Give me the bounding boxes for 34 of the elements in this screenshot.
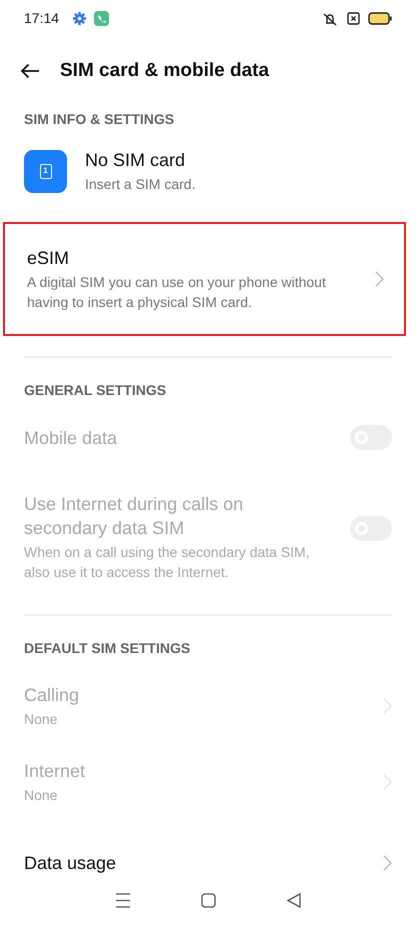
home-icon[interactable] [201, 892, 216, 908]
row-subtitle: When on a call using the secondary data SIM, also use it to access the Internet. [24, 543, 311, 582]
settings-row[interactable]: eSIM A digital SIM you can use on your phone without having to insert a physical SIM card. [3, 222, 406, 336]
row-title: Calling [24, 684, 80, 707]
row-title: Use Internet during calls on secondary data SIM [24, 493, 244, 540]
menu-icon[interactable] [115, 892, 132, 908]
phone-icon [94, 11, 110, 26]
status-time: 17:14 [24, 9, 60, 28]
row-title: eSIM [27, 247, 70, 270]
row-subtitle: Insert a SIM card. [85, 175, 196, 194]
back-icon[interactable] [286, 892, 301, 908]
section-heading: DEFAULT SIM SETTINGS [23, 639, 192, 658]
chevron-icon [383, 698, 392, 714]
row-title: Internet [24, 760, 86, 783]
battery-icon [368, 12, 392, 25]
gear-icon [73, 12, 86, 25]
section-heading: GENERAL SETTINGS [23, 381, 168, 400]
page-title: SIM card & mobile data [60, 59, 270, 83]
no-sim-icon [347, 12, 360, 25]
muted-bell-icon [321, 12, 339, 26]
chevron-icon [383, 855, 392, 871]
chevron-icon [383, 774, 392, 790]
row-subtitle: None [24, 786, 58, 805]
row-title: Mobile data [24, 426, 118, 450]
settings-row[interactable]: 1 No SIM card Insert a SIM card. [0, 136, 416, 206]
row-subtitle: None [24, 710, 58, 729]
back-arrow-icon[interactable] [20, 63, 40, 79]
chevron-icon [375, 271, 384, 287]
row-title: No SIM card [85, 149, 186, 172]
settings-row[interactable]: Data usage [0, 839, 416, 887]
row-title: Data usage [24, 852, 118, 875]
sim-card-icon: 1 [24, 150, 67, 192]
section-heading: SIM INFO & SETTINGS [23, 110, 176, 129]
row-subtitle: A digital SIM you can use on your phone without having to insert a physical SIM card. [27, 273, 327, 312]
